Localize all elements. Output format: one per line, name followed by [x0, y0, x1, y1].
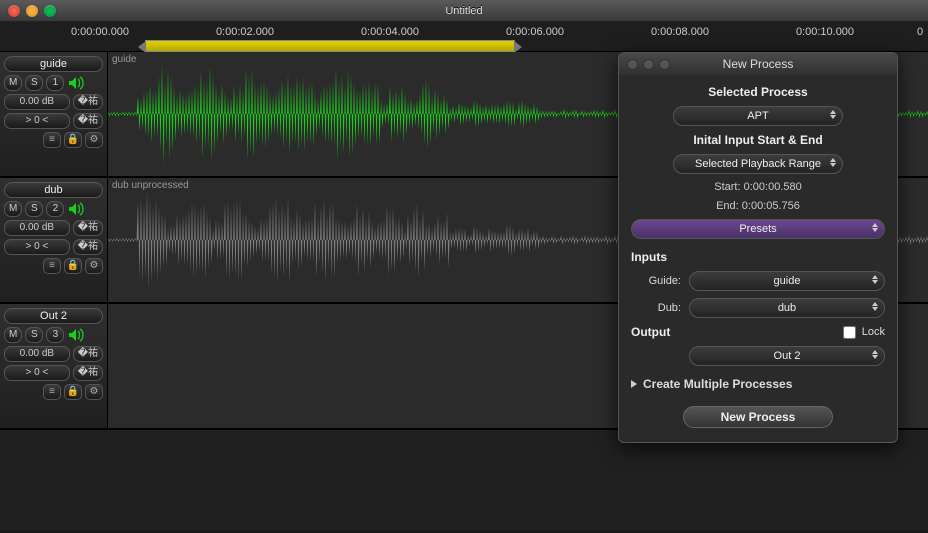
db-handle-icon[interactable]: �祐	[73, 220, 103, 236]
dub-value: dub	[778, 302, 796, 314]
track-index[interactable]: 2	[46, 201, 64, 217]
pan-handle-icon[interactable]: �祐	[73, 365, 103, 381]
selected-process-dropdown[interactable]: APT	[673, 106, 843, 126]
selected-process-value: APT	[747, 110, 768, 122]
inputs-heading: Inputs	[631, 250, 885, 264]
volume-icon[interactable]	[67, 75, 85, 91]
presets-dropdown[interactable]: Presets	[631, 219, 885, 239]
db-field[interactable]: 0.00 dB	[4, 220, 70, 236]
track-index[interactable]: 3	[46, 327, 64, 343]
timeline-ruler[interactable]: 0:00:00.000 0:00:02.000 0:00:04.000 0:00:06…	[0, 22, 928, 52]
db-field[interactable]: 0.00 dB	[4, 94, 70, 110]
volume-icon[interactable]	[67, 327, 85, 343]
mute-button[interactable]: M	[4, 75, 22, 91]
input-range-heading: Inital Input Start & End	[631, 133, 885, 147]
output-value: Out 2	[774, 350, 801, 362]
guide-value: guide	[774, 275, 801, 287]
range-start: Start: 0:00:00.580	[631, 181, 885, 193]
track-header: dub M S 2 0.00 dB �祐 > 0 < �祐 ≡ 🔒 ⚙	[0, 178, 108, 302]
mute-button[interactable]: M	[4, 327, 22, 343]
lock-icon[interactable]: 🔒	[64, 132, 82, 148]
selected-process-heading: Selected Process	[631, 85, 885, 99]
input-range-value: Selected Playback Range	[695, 158, 821, 170]
output-dropdown[interactable]: Out 2	[689, 346, 885, 366]
ruler-tick-label: 0:00:08.000	[651, 26, 709, 38]
pan-handle-icon[interactable]: �祐	[73, 239, 103, 255]
chevron-updown-icon	[830, 110, 836, 119]
lock-icon[interactable]: 🔒	[64, 258, 82, 274]
chevron-updown-icon	[830, 158, 836, 167]
db-field[interactable]: 0.00 dB	[4, 346, 70, 362]
track-header: Out 2 M S 3 0.00 dB �祐 > 0 < �祐 ≡ 🔒 ⚙	[0, 304, 108, 428]
solo-button[interactable]: S	[25, 75, 43, 91]
lock-checkbox[interactable]	[843, 326, 856, 339]
solo-button[interactable]: S	[25, 327, 43, 343]
chevron-updown-icon	[872, 302, 878, 311]
create-multiple-disclosure[interactable]: Create Multiple Processes	[631, 377, 885, 391]
new-process-button[interactable]: New Process	[683, 406, 833, 428]
solo-button[interactable]: S	[25, 201, 43, 217]
db-handle-icon[interactable]: �祐	[73, 94, 103, 110]
empty-area	[0, 430, 928, 530]
playback-selection[interactable]	[145, 40, 515, 52]
pan-handle-icon[interactable]: �祐	[73, 113, 103, 129]
new-process-dialog: New Process Selected Process APT Inital …	[618, 52, 898, 443]
lock-icon[interactable]: 🔒	[64, 384, 82, 400]
presets-label: Presets	[739, 223, 776, 235]
track-name[interactable]: guide	[4, 56, 103, 72]
gear-icon[interactable]: ⚙	[85, 132, 103, 148]
ruler-tick-label: 0:00:10.000	[796, 26, 854, 38]
input-range-dropdown[interactable]: Selected Playback Range	[673, 154, 843, 174]
dialog-titlebar[interactable]: New Process	[619, 53, 897, 75]
guide-dropdown[interactable]: guide	[689, 271, 885, 291]
ruler-tick-label: 0:00:06.000	[506, 26, 564, 38]
ruler-tick-label: 0	[917, 26, 923, 38]
pan-field[interactable]: > 0 <	[4, 365, 70, 381]
lock-label: Lock	[862, 326, 885, 338]
db-handle-icon[interactable]: �祐	[73, 346, 103, 362]
window-title: Untitled	[0, 5, 928, 17]
gear-icon[interactable]: ⚙	[85, 384, 103, 400]
track-index[interactable]: 1	[46, 75, 64, 91]
ruler-tick-label: 0:00:02.000	[216, 26, 274, 38]
plugin-icon[interactable]: ≡	[43, 132, 61, 148]
output-heading: Output	[631, 325, 670, 339]
ruler-tick-label: 0:00:00.000	[71, 26, 129, 38]
plugin-icon[interactable]: ≡	[43, 258, 61, 274]
mute-button[interactable]: M	[4, 201, 22, 217]
track-name[interactable]: Out 2	[4, 308, 103, 324]
ruler-tick-label: 0:00:04.000	[361, 26, 419, 38]
pan-field[interactable]: > 0 <	[4, 113, 70, 129]
chevron-updown-icon	[872, 223, 878, 232]
pan-field[interactable]: > 0 <	[4, 239, 70, 255]
volume-icon[interactable]	[67, 201, 85, 217]
chevron-updown-icon	[872, 350, 878, 359]
gear-icon[interactable]: ⚙	[85, 258, 103, 274]
track-header: guide M S 1 0.00 dB �祐 > 0 < �祐 ≡ 🔒 ⚙	[0, 52, 108, 176]
dub-dropdown[interactable]: dub	[689, 298, 885, 318]
dub-label: Dub:	[631, 302, 681, 314]
dialog-title: New Process	[619, 57, 897, 71]
guide-label: Guide:	[631, 275, 681, 287]
window-titlebar: Untitled	[0, 0, 928, 22]
chevron-updown-icon	[872, 275, 878, 284]
disclosure-triangle-icon	[631, 380, 637, 388]
range-end: End: 0:00:05.756	[631, 200, 885, 212]
plugin-icon[interactable]: ≡	[43, 384, 61, 400]
create-multiple-label: Create Multiple Processes	[643, 377, 792, 391]
track-name[interactable]: dub	[4, 182, 103, 198]
